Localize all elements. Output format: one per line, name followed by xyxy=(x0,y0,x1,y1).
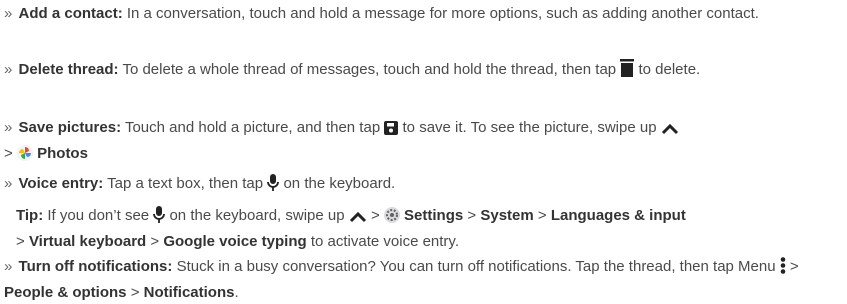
save-pictures-text-b: to save it. To see the picture, swipe up xyxy=(402,119,657,136)
help-page: » Add a contact: In a conversation, touc… xyxy=(0,0,847,302)
tip-voice-entry: » Voice entry: Tap a text box, then tap … xyxy=(4,172,834,198)
add-contact-title: Add a contact: xyxy=(18,5,123,22)
menu-dots-icon xyxy=(780,257,786,281)
chevron-up-icon xyxy=(661,119,679,142)
microphone-icon xyxy=(267,174,280,198)
tip-add-contact: » Add a contact: In a conversation, touc… xyxy=(4,2,834,25)
separator-gt: > xyxy=(16,233,25,250)
settings-label: Settings xyxy=(404,207,464,224)
delete-thread-text-b: to delete. xyxy=(638,61,701,78)
tip-text-c: to activate voice entry. xyxy=(310,233,459,250)
save-pictures-title: Save pictures: xyxy=(18,119,122,136)
settings-gear-icon xyxy=(383,207,400,230)
delete-thread-title: Delete thread: xyxy=(18,61,119,78)
bullet-marker: » xyxy=(4,258,13,275)
save-icon xyxy=(384,119,399,142)
bullet-marker: » xyxy=(4,61,13,78)
tip-delete-thread: » Delete thread: To delete a whole threa… xyxy=(4,58,834,84)
google-voice-label: Google voice typing xyxy=(163,233,307,250)
notifications-label: Notifications xyxy=(143,284,235,301)
trash-icon xyxy=(620,59,635,84)
voice-entry-text-b: on the keyboard. xyxy=(283,175,396,192)
tip-note: Tip: If you don’t see on the keyboard, s… xyxy=(16,204,836,253)
separator-gt: > xyxy=(789,258,799,275)
people-options-label: People & options xyxy=(4,284,127,301)
voice-entry-title: Voice entry: xyxy=(18,175,104,192)
photos-app-icon xyxy=(16,145,33,168)
tip-text-a: If you don’t see xyxy=(47,207,150,224)
photos-label: Photos xyxy=(37,145,88,162)
languages-label: Languages & input xyxy=(550,207,686,224)
bullet-marker: » xyxy=(4,5,13,22)
chevron-up-icon xyxy=(349,207,367,230)
voice-entry-text-a: Tap a text box, then tap xyxy=(107,175,264,192)
separator-gt: > xyxy=(537,207,547,224)
add-contact-text: In a conversation, touch and hold a mess… xyxy=(126,5,759,22)
virtual-keyboard-label: Virtual keyboard xyxy=(28,233,147,250)
bullet-marker: » xyxy=(4,175,13,192)
tip-save-pictures: » Save pictures: Touch and hold a pictur… xyxy=(4,116,834,168)
bullet-marker: » xyxy=(4,119,13,136)
separator-gt: > xyxy=(370,207,380,224)
delete-thread-text-a: To delete a whole thread of messages, to… xyxy=(122,61,617,78)
system-label: System xyxy=(480,207,534,224)
separator-gt: > xyxy=(467,207,477,224)
separator-gt: > xyxy=(150,233,160,250)
separator-gt: > xyxy=(4,145,13,162)
period: . xyxy=(234,284,239,301)
tip-label: Tip: xyxy=(16,207,44,224)
microphone-icon xyxy=(153,206,166,230)
tip-notifications: » Turn off notifications: Stuck in a bus… xyxy=(4,255,834,304)
notifications-title: Turn off notifications: xyxy=(18,258,173,275)
save-pictures-text-a: Touch and hold a picture, and then tap xyxy=(124,119,381,136)
notifications-text-a: Stuck in a busy conversation? You can tu… xyxy=(176,258,776,275)
tip-text-b: on the keyboard, swipe up xyxy=(169,207,345,224)
separator-gt: > xyxy=(130,284,140,301)
